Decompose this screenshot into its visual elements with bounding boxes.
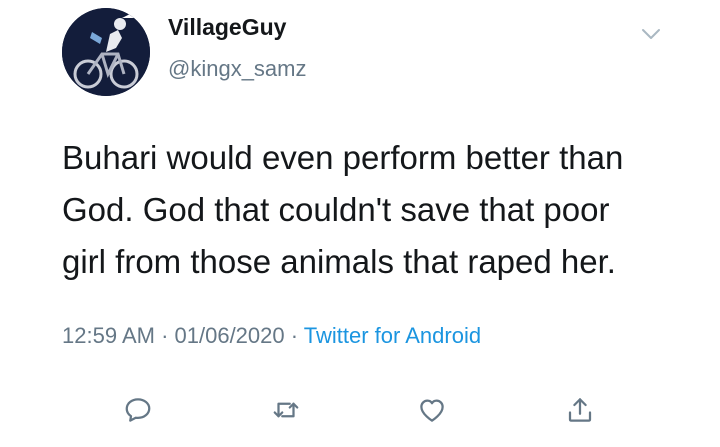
tweet-text-line: Buhari would even perform better than <box>62 139 624 176</box>
reply-button[interactable] <box>118 390 158 430</box>
retweet-button[interactable] <box>266 390 306 430</box>
tweet-time[interactable]: 12:59 AM <box>62 323 155 348</box>
tweet-source-link[interactable]: Twitter for Android <box>304 323 481 348</box>
share-icon <box>568 398 592 422</box>
tweet-card: VillageGuy @kingx_samz Buhari would even… <box>0 0 720 447</box>
meta-separator: · <box>284 323 304 348</box>
tweet-text-line: girl from those animals that raped her. <box>62 243 616 280</box>
share-button[interactable] <box>560 390 600 430</box>
display-name[interactable]: VillageGuy <box>168 14 286 41</box>
tweet-actions <box>0 390 720 430</box>
user-handle[interactable]: @kingx_samz <box>168 56 307 82</box>
tweet-text: Buhari would even perform better than God… <box>62 132 702 288</box>
meta-separator: · <box>154 323 175 348</box>
tweet-text-line: God. God that couldn't save that poor <box>62 191 610 228</box>
heart-icon <box>420 399 444 422</box>
comment-icon <box>125 398 151 422</box>
like-button[interactable] <box>412 390 452 430</box>
retweet-icon <box>273 402 299 418</box>
avatar-cyclist-icon <box>62 8 150 96</box>
tweet-date[interactable]: 01/06/2020 <box>175 323 285 348</box>
avatar[interactable] <box>62 8 150 96</box>
tweet-meta: 12:59 AM · 01/06/2020 · Twitter for Andr… <box>62 323 481 349</box>
chevron-down-icon[interactable] <box>637 20 665 48</box>
